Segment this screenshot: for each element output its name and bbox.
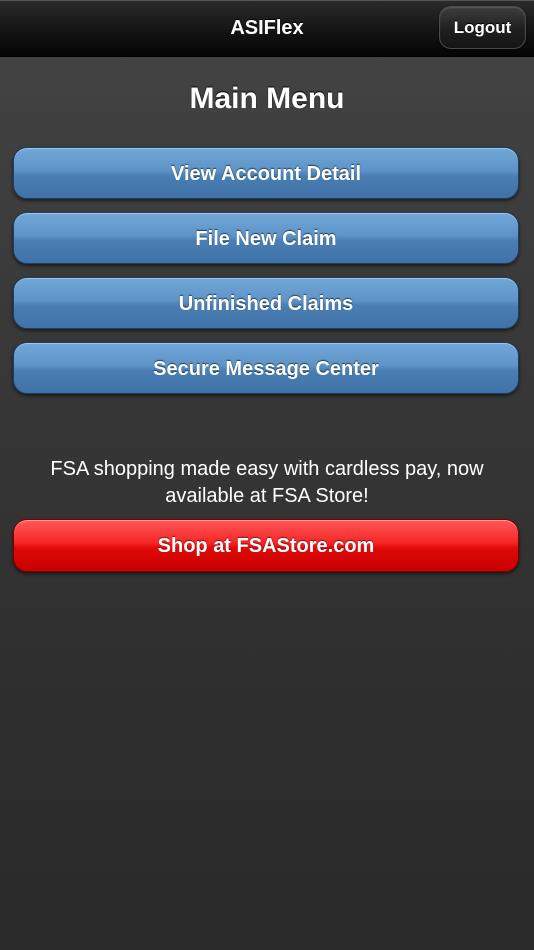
file-new-claim-button[interactable]: File New Claim bbox=[13, 212, 519, 264]
promo-text: FSA shopping made easy with cardless pay… bbox=[50, 458, 484, 507]
unfinished-claims-button[interactable]: Unfinished Claims bbox=[13, 277, 519, 329]
navigation-bar: ASIFlex Logout bbox=[0, 0, 534, 57]
shop-fsastore-button[interactable]: Shop at FSAStore.com bbox=[13, 519, 519, 572]
page-title: Main Menu bbox=[189, 82, 345, 115]
logout-button[interactable]: Logout bbox=[439, 6, 526, 49]
view-account-detail-button[interactable]: View Account Detail bbox=[13, 147, 519, 199]
secure-message-center-button[interactable]: Secure Message Center bbox=[13, 342, 519, 394]
